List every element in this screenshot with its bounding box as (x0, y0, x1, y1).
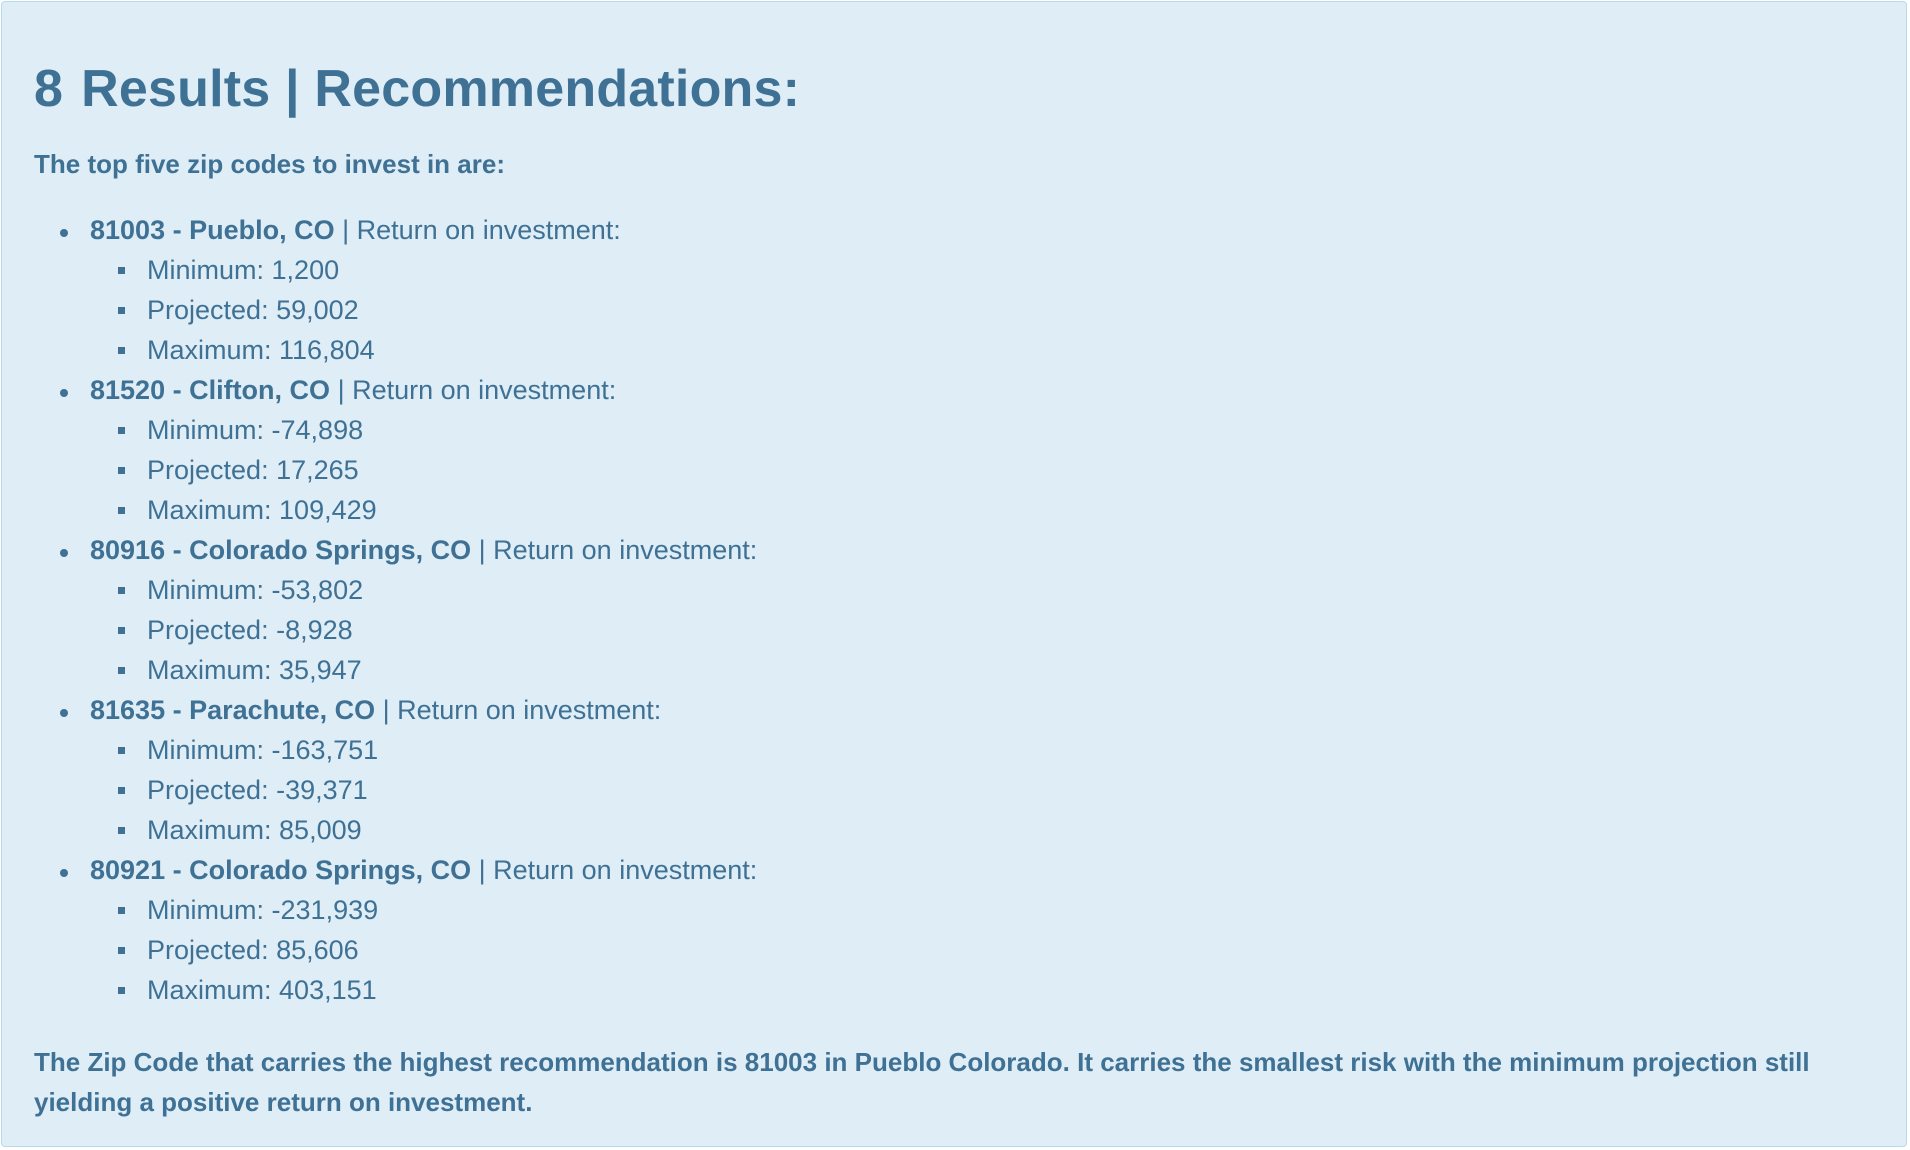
zip-name: 80921 - Colorado Springs, CO (90, 855, 472, 885)
zip-name: 80916 - Colorado Springs, CO (90, 535, 472, 565)
conclusion-text: The Zip Code that carries the highest re… (34, 1047, 1810, 1117)
metric-value: 1,200 (271, 255, 340, 285)
metric-value: 85,606 (276, 935, 359, 965)
metric-maximum: Maximum: 116,804 (90, 330, 757, 370)
roi-label: | Return on investment: (478, 855, 758, 885)
section-number: 8 (34, 60, 64, 118)
info-panel: 8 Results | Recommendations: The top five… (1, 1, 1907, 1147)
roi-label: | Return on investment: (478, 535, 758, 565)
metric-projected: Projected: 59,002 (90, 290, 757, 330)
metric-value: -8,928 (276, 615, 353, 645)
metric-value: -231,939 (271, 895, 379, 925)
roi-label: | Return on investment: (382, 695, 662, 725)
metric-minimum: Minimum: -53,802 (90, 570, 757, 610)
roi-label: | Return on investment: (342, 215, 621, 245)
metric-value: 59,002 (276, 295, 359, 325)
metric-maximum: Maximum: 109,429 (90, 490, 757, 530)
metric-value: 35,947 (279, 655, 362, 685)
metric-minimum: Minimum: -74,898 (90, 410, 757, 450)
metric-projected: Projected: -39,371 (90, 770, 757, 810)
zip-name: 81520 - Clifton, CO (90, 375, 331, 405)
section-title: Results | Recommendations: (81, 60, 801, 118)
list-item: 80921 - Colorado Springs, CO | Return on… (58, 850, 757, 1010)
metric-list: Minimum: -231,939 Projected: 85,606 Maxi… (90, 890, 757, 1010)
metric-list: Minimum: -163,751 Projected: -39,371 Max… (90, 730, 757, 850)
roi-label: | Return on investment: (337, 375, 617, 405)
metric-list: Minimum: 1,200 Projected: 59,002 Maximum… (90, 250, 757, 370)
metric-value: 109,429 (279, 495, 377, 525)
metric-minimum: Minimum: 1,200 (90, 250, 757, 290)
zip-code-list: 81003 - Pueblo, CO | Return on investmen… (58, 210, 757, 1010)
metric-maximum: Maximum: 35,947 (90, 650, 757, 690)
metric-value: -74,898 (271, 415, 364, 445)
metric-value: -53,802 (271, 575, 364, 605)
metric-list: Minimum: -53,802 Projected: -8,928 Maxim… (90, 570, 757, 690)
metric-value: -39,371 (276, 775, 368, 805)
metric-value: 85,009 (279, 815, 362, 845)
list-item: 80916 - Colorado Springs, CO | Return on… (58, 530, 757, 690)
metric-projected: Projected: 17,265 (90, 450, 757, 490)
list-item: 81635 - Parachute, CO | Return on invest… (58, 690, 757, 850)
metric-value: 17,265 (276, 455, 359, 485)
intro-text: The top five zip codes to invest in are: (34, 149, 505, 179)
metric-list: Minimum: -74,898 Projected: 17,265 Maxim… (90, 410, 757, 530)
zip-name: 81635 - Parachute, CO (90, 695, 376, 725)
metric-minimum: Minimum: -231,939 (90, 890, 757, 930)
metric-minimum: Minimum: -163,751 (90, 730, 757, 770)
list-item: 81520 - Clifton, CO | Return on investme… (58, 370, 757, 530)
metric-maximum: Maximum: 85,009 (90, 810, 757, 850)
zip-name: 81003 - Pueblo, CO (90, 215, 335, 245)
metric-projected: Projected: 85,606 (90, 930, 757, 970)
metric-maximum: Maximum: 403,151 (90, 970, 757, 1010)
section-heading: 8 Results | Recommendations: (34, 54, 800, 124)
metric-projected: Projected: -8,928 (90, 610, 757, 650)
metric-value: 403,151 (279, 975, 377, 1005)
list-item: 81003 - Pueblo, CO | Return on investmen… (58, 210, 757, 370)
metric-value: 116,804 (279, 335, 375, 365)
metric-value: -163,751 (271, 735, 379, 765)
